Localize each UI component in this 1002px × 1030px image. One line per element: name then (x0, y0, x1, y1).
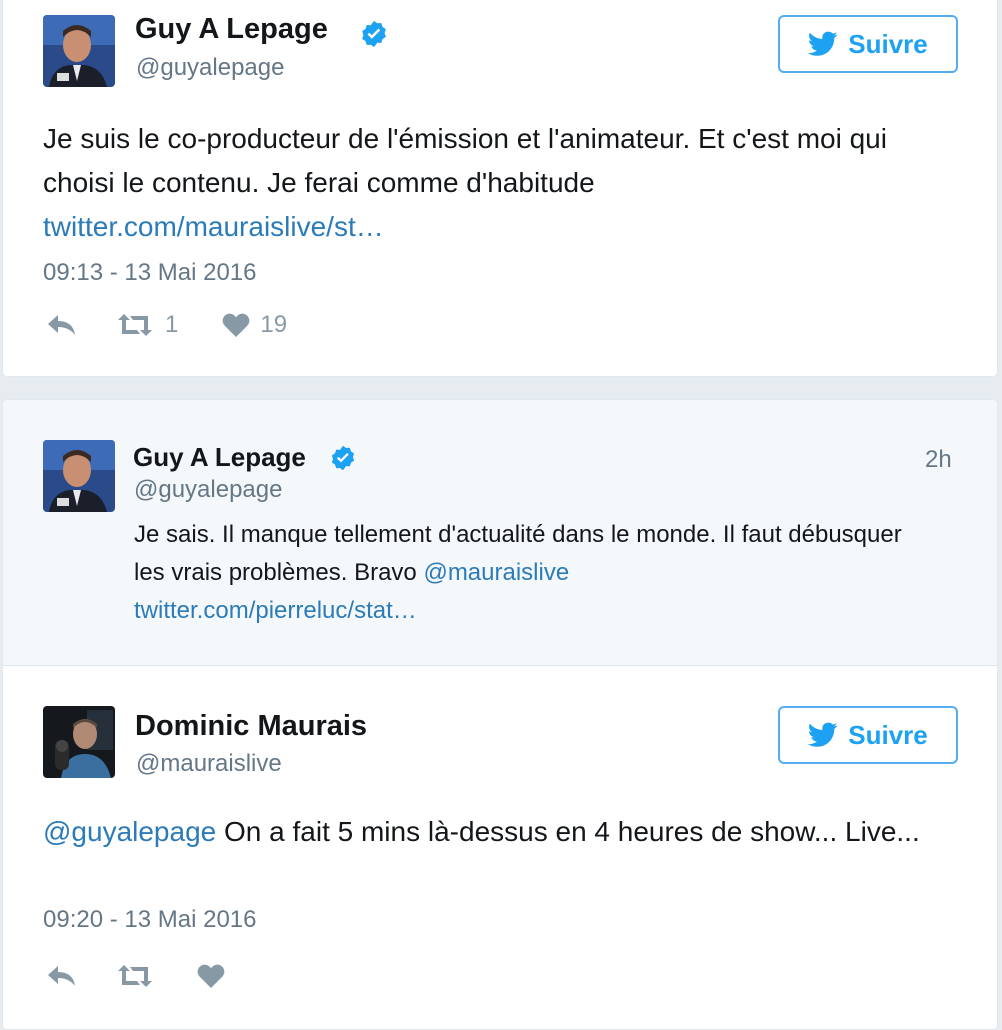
reply-icon (48, 315, 75, 335)
tweet-body: Je suis le co-producteur de l'émission e… (43, 123, 887, 198)
retweet-icon (118, 314, 152, 336)
follow-label: Suivre (848, 28, 928, 59)
tweet-timestamp[interactable]: 09:20 - 13 Mai 2016 (43, 906, 256, 934)
follow-label: Suivre (848, 719, 928, 750)
like-count: 19 (260, 311, 288, 338)
user-handle[interactable]: @guyalepage (136, 54, 284, 82)
retweet-action[interactable]: 1 (117, 311, 178, 339)
reply-text: Je sais. Il manque tellement d'actualité… (134, 516, 934, 630)
reply-action[interactable] (47, 964, 77, 988)
tweet-actions: 1 19 (47, 311, 287, 339)
follow-button[interactable]: Suivre (778, 15, 958, 73)
tweet-age[interactable]: 2h (925, 446, 952, 474)
reply-icon (48, 966, 75, 986)
twitter-bird-icon (808, 722, 838, 747)
retweet-icon (118, 965, 152, 987)
display-name[interactable]: Guy A Lepage (133, 442, 306, 473)
avatar-mauraislive[interactable] (43, 706, 115, 778)
conversation-card: Guy A Lepage @guyalepage 2h Je sais. Il … (2, 399, 998, 1030)
heart-icon (197, 964, 225, 988)
reply-action[interactable] (47, 313, 77, 337)
user-handle[interactable]: @mauraislive (136, 750, 282, 778)
display-name[interactable]: Dominic Maurais (135, 710, 367, 743)
retweet-count: 1 (165, 311, 179, 338)
like-action[interactable]: 19 (222, 311, 287, 339)
verified-badge-icon (362, 20, 386, 48)
twitter-bird-icon (808, 31, 838, 56)
display-name[interactable]: Guy A Lepage (135, 13, 328, 46)
tweet-card-guyalepage: Guy A Lepage @guyalepage Suivre Je suis … (2, 0, 998, 377)
heart-icon (222, 313, 250, 337)
tweet-text: Je suis le co-producteur de l'émission e… (43, 117, 963, 249)
user-handle[interactable]: @guyalepage (134, 476, 282, 504)
avatar-guyalepage[interactable] (43, 15, 115, 87)
mention-link[interactable]: @mauraislive (423, 559, 569, 586)
verified-badge-icon (331, 445, 355, 471)
mention-link[interactable]: @guyalepage (43, 816, 216, 847)
tweet-timestamp[interactable]: 09:13 - 13 Mai 2016 (43, 259, 256, 287)
avatar-guyalepage-reply[interactable] (43, 440, 115, 512)
quoted-reply[interactable]: Guy A Lepage @guyalepage 2h Je sais. Il … (3, 400, 997, 666)
tweet-body: On a fait 5 mins là-dessus en 4 heures d… (224, 816, 920, 847)
retweet-action[interactable] (117, 963, 153, 989)
reply-link[interactable]: twitter.com/pierreluc/stat… (134, 597, 417, 624)
like-action[interactable] (197, 963, 225, 989)
tweet-actions (47, 963, 225, 989)
tweet-text: @guyalepage On a fait 5 mins là-dessus e… (43, 810, 963, 854)
tweet-link[interactable]: twitter.com/mauraislive/st… (43, 211, 384, 242)
follow-button[interactable]: Suivre (778, 706, 958, 764)
